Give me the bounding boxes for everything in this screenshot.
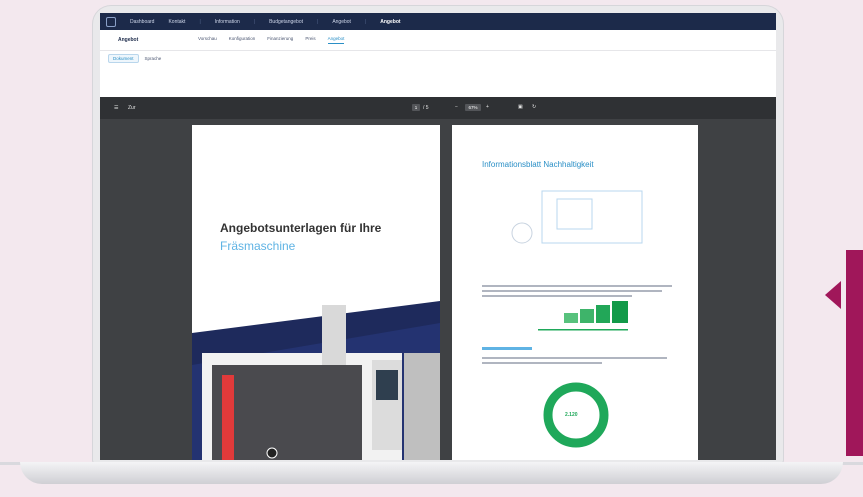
- nav-item-kontakt[interactable]: Kontakt: [168, 19, 185, 25]
- tool-row: Dokument Sprache: [100, 51, 776, 65]
- nav-separator: |: [199, 18, 201, 25]
- nav-item-dashboard[interactable]: Dashboard: [130, 19, 154, 25]
- laptop-base: [20, 462, 843, 484]
- nav-separator: |: [317, 18, 319, 25]
- chevron-left-icon[interactable]: [825, 281, 841, 309]
- tab-finanzierung[interactable]: Finanzierung: [267, 36, 293, 44]
- machine-image: [192, 301, 440, 460]
- rotate-icon[interactable]: ↻: [532, 104, 536, 110]
- page-title: Angebot: [118, 37, 139, 43]
- info-graphics: [482, 190, 672, 448]
- fit-page-icon[interactable]: ▣: [518, 104, 523, 110]
- zoom-level[interactable]: 67%: [465, 104, 481, 111]
- pdf-viewer: ☰ Zur 1 / 5 − 67% + ▣ ↻ Angebotsunterlag…: [100, 97, 776, 460]
- info-page: Informationsblatt Nachhaltigkeit 2.120: [452, 125, 698, 460]
- nav-separator: |: [253, 18, 256, 25]
- tab-konfiguration[interactable]: Konfiguration: [229, 36, 256, 44]
- tab-bar: Vorschau Konfiguration Finanzierung Prei…: [198, 36, 345, 44]
- language-select[interactable]: Sprache: [145, 56, 162, 61]
- viewer-menu-label[interactable]: Zur: [128, 105, 136, 111]
- nav-item-information[interactable]: Information: [215, 19, 240, 25]
- accent-bar: [846, 250, 863, 456]
- app-window: Dashboard Kontakt | Information | Budget…: [100, 13, 776, 460]
- zoom-in-icon[interactable]: +: [486, 104, 489, 110]
- tab-preis[interactable]: Preis: [305, 36, 315, 44]
- nav-separator: |: [364, 18, 367, 25]
- zoom-out-icon[interactable]: −: [455, 104, 458, 110]
- sub-nav: Angebot Vorschau Konfiguration Finanzier…: [100, 30, 776, 51]
- nav-item-angebot[interactable]: Angebot: [332, 19, 351, 25]
- viewer-toolbar: ☰ Zur 1 / 5 − 67% + ▣ ↻: [100, 97, 776, 119]
- document-dropdown[interactable]: Dokument: [108, 53, 139, 63]
- top-nav: Dashboard Kontakt | Information | Budget…: [100, 13, 776, 30]
- tab-vorschau[interactable]: Vorschau: [198, 36, 217, 44]
- page-number-input[interactable]: 1: [412, 104, 420, 111]
- page-total: / 5: [423, 105, 429, 111]
- tab-angebot[interactable]: Angebot: [327, 36, 345, 44]
- cover-page: Angebotsunterlagen für Ihre Fräsmaschine: [192, 125, 440, 460]
- menu-icon[interactable]: ☰: [114, 105, 118, 111]
- center-value: 2.120: [565, 412, 578, 418]
- nav-item-angebot-active[interactable]: Angebot: [380, 19, 400, 25]
- nav-item-budget[interactable]: Budgetangebot: [269, 19, 303, 25]
- home-icon[interactable]: [106, 16, 116, 27]
